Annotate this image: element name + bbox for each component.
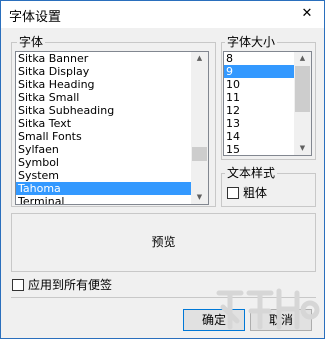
scrollbar-thumb[interactable] [192,147,207,161]
list-item[interactable]: Sylfaen [16,143,208,156]
scroll-up-icon[interactable]: ▲ [191,52,208,65]
font-list-scrollbar[interactable]: ▲ ▼ [191,52,208,204]
list-item[interactable]: Terminal [16,195,208,204]
scrollbar-thumb[interactable] [295,66,310,112]
list-item[interactable]: Small Fonts [16,130,208,143]
font-settings-dialog: 字体设置 ✕ 字体 Sitka Banner Sitka Display Sitka… [0,0,325,339]
size-list[interactable]: 8 9 10 11 12 13 14 15 ▲ ▼ [223,51,312,156]
list-item[interactable]: Sitka Small [16,91,208,104]
scroll-down-icon[interactable]: ▼ [191,191,208,204]
scroll-down-icon[interactable]: ▼ [294,142,311,155]
list-item[interactable]: Symbol [16,156,208,169]
list-item[interactable]: System [16,169,208,182]
list-item[interactable]: Sitka Banner [16,52,208,65]
window-title: 字体设置 [9,10,62,25]
bold-label: 粗体 [243,186,268,200]
font-list-items: Sitka Banner Sitka Display Sitka Heading Si… [16,52,208,204]
apply-all-label: 应用到所有便签 [28,278,113,292]
list-item[interactable]: Sitka Heading [16,78,208,91]
list-item[interactable]: Tahoma [16,182,208,195]
watermark-logo [216,288,320,330]
font-group-label: 字体 [17,35,46,49]
bold-checkbox[interactable] [227,187,239,199]
title-bar: 字体设置 ✕ [1,1,324,28]
list-item[interactable]: Sitka Text [16,117,208,130]
font-list[interactable]: Sitka Banner Sitka Display Sitka Heading Si… [15,51,209,205]
preview-text: 预览 [151,235,176,249]
preview-box: 预览 [11,213,316,272]
scroll-up-icon[interactable]: ▲ [294,52,311,65]
list-item[interactable]: Sitka Display [16,65,208,78]
list-item[interactable]: Sitka Subheading [16,104,208,117]
text-style-group-label: 文本样式 [225,166,278,180]
apply-all-checkbox[interactable] [12,279,24,291]
close-icon[interactable]: ✕ [295,3,319,25]
size-group-label: 字体大小 [225,35,278,49]
size-list-scrollbar[interactable]: ▲ ▼ [294,52,311,155]
